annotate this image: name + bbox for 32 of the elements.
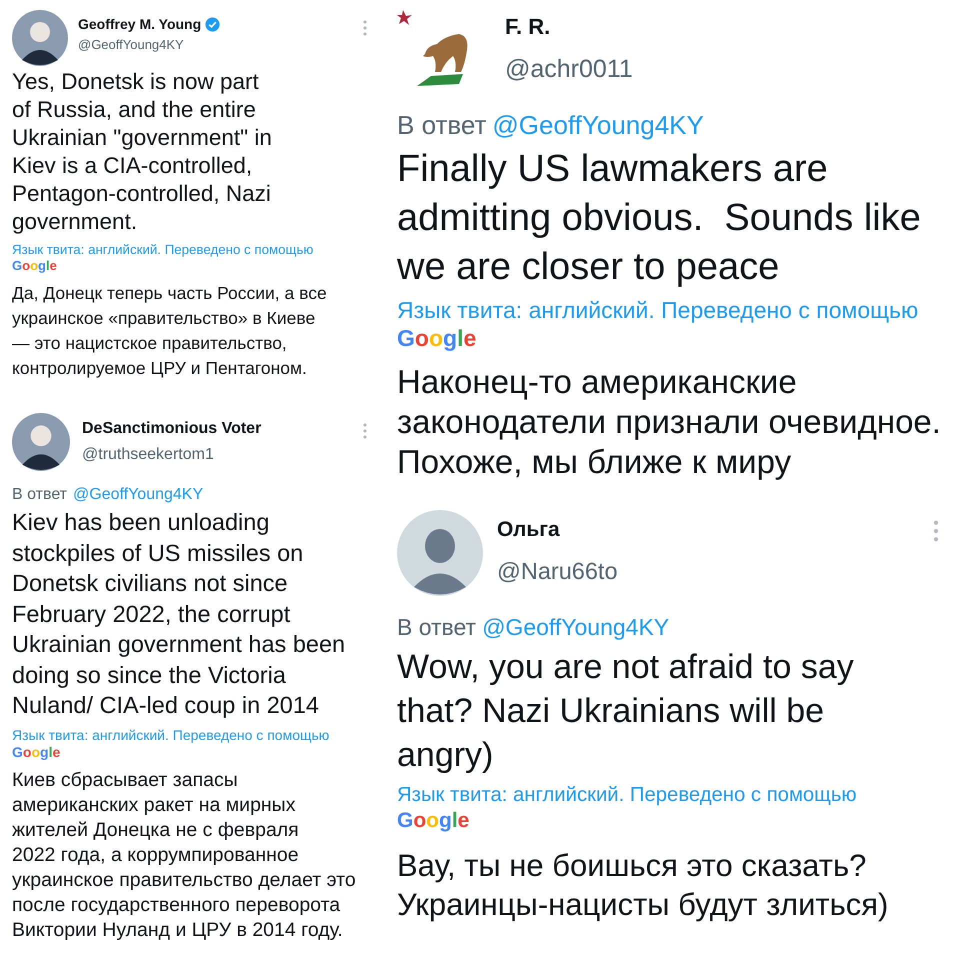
author-name[interactable]: DeSanctimonious Voter	[82, 417, 262, 441]
google-logo[interactable]: Google	[397, 808, 470, 834]
user-handle[interactable]: @truthseekertom1	[82, 443, 351, 467]
tweet-text: Finally US lawmakers are admitting obvious. Sounds like we are closer to peace	[397, 147, 922, 290]
translated-text: Да, Донецк теперь часть России, а все украинское «правительство» в Киеве — это нацистское правительство, контролируемое ЦРУ и Пентагоном.	[12, 282, 328, 380]
translation-note[interactable]: Язык твита: английский. Переведено с помощью	[12, 726, 371, 744]
author-name[interactable]: Geoffrey M. Young	[78, 14, 202, 35]
reply-label: В ответ	[12, 485, 68, 505]
mention-link[interactable]: @GeoffYoung4KY	[482, 610, 670, 644]
translated-text: Вау, ты не боишься это сказать? Украинцы-нацисты будут злиться)	[397, 846, 890, 924]
translated-text: Наконец-то американские законодатели признали очевидное. Похоже, мы ближе к миру	[397, 362, 942, 482]
author-name[interactable]: Ольга	[497, 514, 560, 546]
translation-note[interactable]: Язык твита: английский. Переведено с помощью	[397, 296, 943, 324]
translation-note[interactable]: Язык твита: английский. Переведено с помощью	[12, 242, 371, 258]
mention-link[interactable]: @GeoffYoung4KY	[73, 483, 204, 507]
avatar-icon[interactable]	[12, 413, 70, 471]
user-handle[interactable]: @Naru66to	[497, 554, 919, 589]
google-logo[interactable]: Google	[397, 324, 476, 352]
reply-label: В ответ	[397, 109, 486, 142]
reply-label: В ответ	[397, 613, 476, 642]
author-name[interactable]: F. R.	[505, 10, 550, 43]
translation-note[interactable]: Язык твита: английский. Переведено с помощью	[397, 782, 943, 808]
mention-link[interactable]: @GeoffYoung4KY	[492, 106, 704, 145]
translated-text: Киев сбрасывает запасы американских ракет на мирных жителей Донецка не с февраля 2022 года, а коррумпированное украинское правительство делает это после государственного переворота Виктории Нуланд и ЦРУ в 2014 году.	[12, 768, 357, 942]
user-handle[interactable]: @GeoffYoung4KY	[78, 35, 353, 54]
user-handle[interactable]: @achr0011	[505, 51, 943, 88]
tweet-text: Yes, Donetsk is now part of Russia, and the entire Ukrainian "government" in Kiev is a CIA-controlled, Pentagon-controlled, Nazi government.	[12, 68, 273, 236]
avatar-icon[interactable]	[12, 10, 68, 66]
tweet-text: Wow, you are not afraid to say that? Nazi Ukrainians will be angry)	[397, 646, 855, 776]
google-logo[interactable]: Google	[12, 258, 57, 273]
google-logo[interactable]: Google	[12, 744, 60, 760]
tweet-text: Kiev has been unloading stockpiles of US missiles on Donetsk civilians not since February 2022, the corrupt Ukrainian government has been doing so since the Victoria Nuland/ CIA-led coup in 2014	[12, 508, 346, 720]
